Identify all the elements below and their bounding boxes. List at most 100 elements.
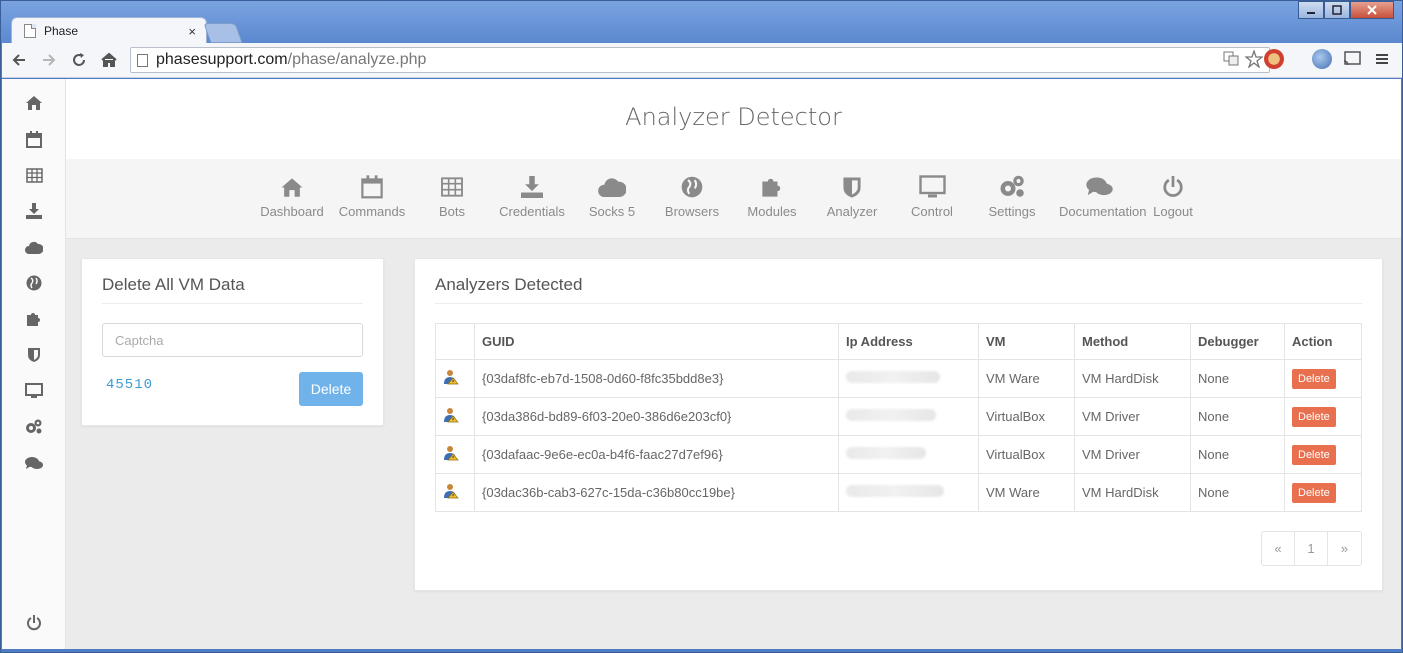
- ip-redacted: [846, 371, 940, 383]
- cloud-icon[interactable]: [24, 237, 44, 257]
- browser-toolbar: phasesupport.com /phase/analyze.php: [2, 43, 1402, 78]
- action-cell: Delete: [1284, 435, 1362, 474]
- power-icon[interactable]: [24, 613, 44, 633]
- ip-cell: [838, 473, 979, 512]
- pagination: « 1 »: [1261, 531, 1362, 566]
- tab-title: Phase: [44, 24, 79, 38]
- minimize-button[interactable]: [1298, 1, 1324, 19]
- menu-icon[interactable]: [1372, 49, 1392, 69]
- left-sidebar: [2, 79, 66, 649]
- forward-icon[interactable]: [36, 47, 62, 73]
- extension-icon[interactable]: [1294, 49, 1302, 69]
- browser-window: Phase × phasesupport.com /phase/analyze.…: [0, 0, 1403, 653]
- cast-icon[interactable]: [1342, 49, 1362, 69]
- reload-icon[interactable]: [66, 47, 92, 73]
- nav-label: Dashboard: [260, 204, 324, 219]
- puzzle-icon[interactable]: [24, 309, 44, 329]
- row-delete-button[interactable]: Delete: [1292, 444, 1336, 465]
- nav-settings[interactable]: Settings: [972, 173, 1052, 219]
- ip-redacted: [846, 485, 944, 497]
- address-bar[interactable]: phasesupport.com /phase/analyze.php: [130, 47, 1270, 73]
- nav-modules[interactable]: Modules: [732, 173, 812, 219]
- shield-icon[interactable]: [24, 345, 44, 365]
- row-delete-button[interactable]: Delete: [1292, 406, 1336, 427]
- comments-icon[interactable]: [24, 453, 44, 473]
- gears-icon: [972, 173, 1052, 201]
- user-warning-icon: [444, 370, 459, 385]
- pagination-prev[interactable]: «: [1262, 532, 1295, 565]
- nav-commands[interactable]: Commands: [332, 173, 412, 219]
- column-header: Debugger: [1190, 323, 1285, 360]
- captcha-input[interactable]: [102, 323, 363, 357]
- pagination-page[interactable]: 1: [1295, 532, 1328, 565]
- guid-cell: {03dafaac-9e6e-ec0a-b4f6-faac27d7ef96}: [474, 435, 839, 474]
- debugger-cell: None: [1190, 435, 1285, 474]
- table-icon[interactable]: [24, 165, 44, 185]
- nav-bots[interactable]: Bots: [412, 173, 492, 219]
- tab-close-icon[interactable]: ×: [188, 24, 196, 39]
- globe-icon[interactable]: [24, 273, 44, 293]
- gears-icon[interactable]: [24, 417, 44, 437]
- nav-credentials[interactable]: Credentials: [492, 173, 572, 219]
- user-warning-icon: [444, 484, 459, 499]
- top-navigation: Dashboard Commands Bots Credentials Sock…: [66, 159, 1401, 239]
- debugger-cell: None: [1190, 473, 1285, 512]
- nav-label: Socks 5: [588, 204, 636, 219]
- window-controls: [1298, 1, 1394, 19]
- page-header: Analyzer Detector: [66, 79, 1401, 159]
- nav-control[interactable]: Control: [892, 173, 972, 219]
- vm-cell: VirtualBox: [978, 397, 1075, 436]
- download-icon: [492, 173, 572, 201]
- delete-vm-panel: Delete All VM Data 45510 Delete: [81, 258, 384, 426]
- row-delete-button[interactable]: Delete: [1292, 368, 1336, 389]
- ip-redacted: [846, 409, 936, 421]
- new-tab-button[interactable]: [203, 23, 243, 43]
- analyzers-table: GUID Ip Address VM Method Debugger Actio…: [435, 323, 1362, 512]
- nav-logout[interactable]: Logout: [1133, 173, 1213, 219]
- calendar-icon[interactable]: [24, 129, 44, 149]
- extension-globe-icon[interactable]: [1312, 49, 1332, 69]
- nav-label: Analyzer: [826, 204, 878, 219]
- column-header: GUID: [474, 323, 839, 360]
- download-icon[interactable]: [24, 201, 44, 221]
- pagination-next[interactable]: »: [1328, 532, 1361, 565]
- comments-icon: [1059, 173, 1139, 201]
- method-cell: VM HardDisk: [1074, 473, 1191, 512]
- home-button-icon[interactable]: [96, 47, 122, 73]
- user-cell: [435, 397, 475, 436]
- nav-socks5[interactable]: Socks 5: [572, 173, 652, 219]
- delete-all-button[interactable]: Delete: [299, 372, 363, 406]
- cloud-icon: [572, 173, 652, 201]
- maximize-button[interactable]: [1324, 1, 1350, 19]
- vm-cell: VM Ware: [978, 473, 1075, 512]
- panel-title: Delete All VM Data: [102, 275, 245, 294]
- guid-cell: {03dac36b-cab3-627c-15da-c36b80cc19be}: [474, 473, 839, 512]
- panel-title: Analyzers Detected: [435, 275, 583, 294]
- row-delete-button[interactable]: Delete: [1292, 482, 1336, 503]
- nav-dashboard[interactable]: Dashboard: [252, 173, 332, 219]
- table-icon: [412, 173, 492, 201]
- browser-tab[interactable]: Phase ×: [11, 17, 207, 44]
- column-header: Method: [1074, 323, 1191, 360]
- vm-cell: VirtualBox: [978, 435, 1075, 474]
- debugger-cell: None: [1190, 397, 1285, 436]
- monitor-icon[interactable]: [24, 381, 44, 401]
- table-row: {03daf8fc-eb7d-1508-0d60-f8fc35bdd8e3} V…: [435, 359, 1362, 398]
- home-icon[interactable]: [24, 93, 44, 113]
- vm-cell: VM Ware: [978, 359, 1075, 398]
- nav-browsers[interactable]: Browsers: [652, 173, 732, 219]
- table-row: {03da386d-bd89-6f03-20e0-386d6e203cf0} V…: [435, 397, 1362, 436]
- translate-icon[interactable]: [1223, 50, 1239, 73]
- extension-santa-icon[interactable]: [1264, 49, 1284, 69]
- close-window-button[interactable]: [1350, 1, 1394, 19]
- user-cell: [435, 435, 475, 474]
- nav-analyzer[interactable]: Analyzer: [812, 173, 892, 219]
- nav-documentation[interactable]: Documentation: [1059, 173, 1146, 219]
- bookmark-star-icon[interactable]: [1244, 48, 1264, 73]
- nav-label: Bots: [438, 204, 465, 219]
- column-header: Ip Address: [838, 323, 979, 360]
- method-cell: VM HardDisk: [1074, 359, 1191, 398]
- back-icon[interactable]: [6, 47, 32, 73]
- table-row: {03dafaac-9e6e-ec0a-b4f6-faac27d7ef96} V…: [435, 435, 1362, 474]
- calendar-icon: [332, 173, 412, 201]
